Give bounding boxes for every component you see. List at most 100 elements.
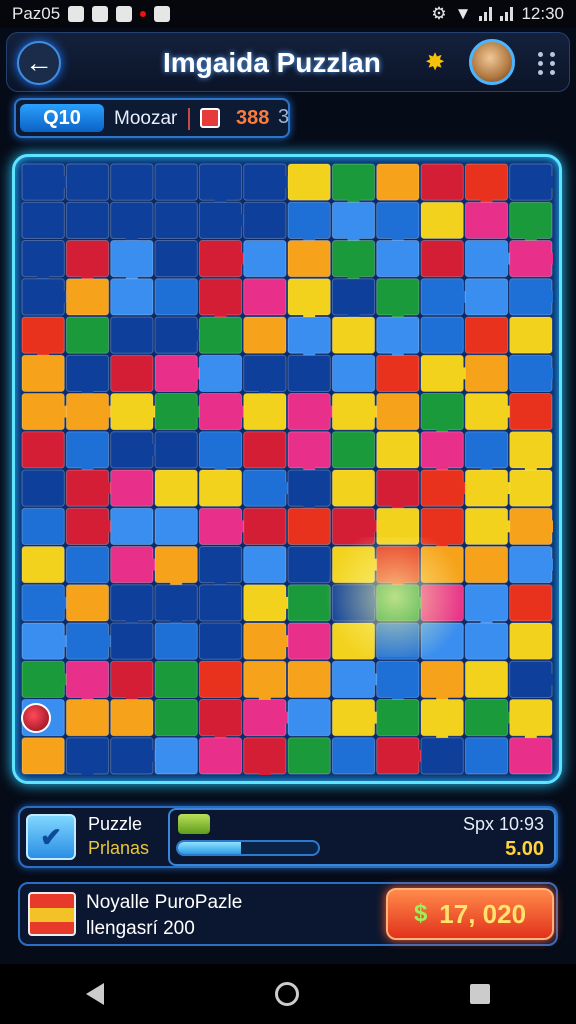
puzzle-piece[interactable] xyxy=(21,240,65,284)
puzzle-piece[interactable] xyxy=(287,737,331,775)
puzzle-piece[interactable] xyxy=(65,393,116,431)
puzzle-piece[interactable] xyxy=(243,622,293,660)
puzzle-piece[interactable] xyxy=(287,431,331,475)
puzzle-piece[interactable] xyxy=(464,660,509,698)
puzzle-piece[interactable] xyxy=(243,393,287,431)
puzzle-piece[interactable] xyxy=(243,507,287,545)
puzzle-piece[interactable] xyxy=(21,354,65,392)
puzzle-piece[interactable] xyxy=(110,737,160,775)
puzzle-piece[interactable] xyxy=(464,584,509,628)
puzzle-piece[interactable] xyxy=(154,393,205,431)
puzzle-piece[interactable] xyxy=(420,393,464,437)
puzzle-piece[interactable] xyxy=(243,469,293,507)
puzzle-piece[interactable] xyxy=(154,737,198,775)
puzzle-piece[interactable] xyxy=(509,584,553,622)
puzzle-piece[interactable] xyxy=(420,660,464,705)
puzzle-piece[interactable] xyxy=(420,737,464,775)
puzzle-piece[interactable] xyxy=(21,507,65,545)
puzzle-piece[interactable] xyxy=(420,240,464,278)
puzzle-piece[interactable] xyxy=(154,240,198,278)
puzzle-piece[interactable] xyxy=(509,699,553,743)
buy-button[interactable]: $ 17, 020 xyxy=(386,888,554,940)
puzzle-piece[interactable] xyxy=(21,431,65,469)
puzzle-piece[interactable] xyxy=(243,584,293,622)
puzzle-piece[interactable] xyxy=(243,660,287,705)
puzzle-piece[interactable] xyxy=(198,393,249,431)
puzzle-piece[interactable] xyxy=(110,163,154,201)
puzzle-piece[interactable] xyxy=(287,201,331,246)
puzzle-piece[interactable] xyxy=(243,240,287,278)
puzzle-piece[interactable] xyxy=(287,584,331,622)
puzzle-piece[interactable] xyxy=(65,737,110,775)
puzzle-piece[interactable] xyxy=(331,316,376,354)
puzzle-piece[interactable] xyxy=(110,622,154,660)
puzzle-piece[interactable] xyxy=(198,431,243,475)
puzzle-piece[interactable] xyxy=(376,660,420,705)
puzzle-piece[interactable] xyxy=(154,699,198,737)
puzzle-piece[interactable] xyxy=(65,546,110,584)
puzzle-piece[interactable] xyxy=(464,316,509,354)
puzzle-piece[interactable] xyxy=(464,546,509,584)
puzzle-piece[interactable] xyxy=(509,354,553,392)
level-badge[interactable]: Q10 xyxy=(20,104,104,132)
more-icon[interactable] xyxy=(535,49,559,77)
puzzle-piece[interactable] xyxy=(110,201,154,246)
puzzle-piece[interactable] xyxy=(21,584,72,622)
puzzle-piece[interactable] xyxy=(198,469,243,507)
puzzle-piece[interactable] xyxy=(287,546,331,584)
puzzle-piece[interactable] xyxy=(420,163,464,201)
puzzle-piece[interactable] xyxy=(331,737,376,775)
nav-recents-icon[interactable] xyxy=(470,984,491,1004)
puzzle-piece[interactable] xyxy=(110,240,154,284)
puzzle-piece[interactable] xyxy=(464,507,515,545)
puzzle-piece[interactable] xyxy=(376,240,420,278)
puzzle-piece[interactable] xyxy=(509,737,553,775)
puzzle-piece[interactable] xyxy=(509,163,553,201)
puzzle-piece[interactable] xyxy=(287,240,331,278)
puzzle-piece[interactable] xyxy=(331,469,376,507)
puzzle-piece[interactable] xyxy=(65,163,110,201)
puzzle-piece[interactable] xyxy=(154,584,198,628)
puzzle-piece[interactable] xyxy=(287,354,331,392)
puzzle-piece[interactable] xyxy=(420,354,471,392)
puzzle-piece[interactable] xyxy=(243,737,287,775)
puzzle-piece[interactable] xyxy=(464,278,509,316)
puzzle-piece[interactable] xyxy=(420,201,464,239)
puzzle-piece[interactable] xyxy=(287,163,331,201)
puzzle-piece[interactable] xyxy=(287,622,331,660)
puzzle-piece[interactable] xyxy=(21,737,65,775)
puzzle-piece[interactable] xyxy=(21,393,72,431)
puzzle-piece[interactable] xyxy=(331,354,376,392)
puzzle-piece[interactable] xyxy=(243,354,287,399)
puzzle-piece[interactable] xyxy=(287,393,338,431)
puzzle-piece[interactable] xyxy=(243,699,293,737)
puzzle-piece[interactable] xyxy=(243,431,287,469)
puzzle-piece[interactable] xyxy=(110,354,154,392)
puzzle-piece[interactable] xyxy=(21,163,72,201)
puzzle-piece[interactable] xyxy=(110,431,160,469)
puzzle-piece[interactable] xyxy=(65,622,116,660)
puzzle-piece[interactable] xyxy=(331,584,382,622)
puzzle-piece[interactable] xyxy=(509,546,553,584)
puzzle-piece[interactable] xyxy=(376,546,420,590)
puzzle-piece[interactable] xyxy=(287,316,331,361)
puzzle-piece[interactable] xyxy=(243,278,287,316)
puzzle-piece[interactable] xyxy=(464,699,515,737)
puzzle-piece[interactable] xyxy=(376,699,420,737)
puzzle-piece[interactable] xyxy=(110,507,154,545)
puzzle-piece[interactable] xyxy=(243,163,293,201)
puzzle-piece[interactable] xyxy=(376,278,420,322)
puzzle-piece[interactable] xyxy=(198,584,243,622)
puzzle-piece[interactable] xyxy=(110,393,160,431)
puzzle-piece[interactable] xyxy=(509,431,553,475)
puzzle-piece[interactable] xyxy=(420,699,464,743)
puzzle-piece[interactable] xyxy=(420,469,471,507)
avatar[interactable] xyxy=(469,39,515,85)
puzzle-piece[interactable] xyxy=(287,469,331,514)
puzzle-piece[interactable] xyxy=(21,546,65,584)
puzzle-piece[interactable] xyxy=(509,507,553,545)
puzzle-piece[interactable] xyxy=(464,393,515,431)
puzzle-board[interactable] xyxy=(12,154,562,784)
back-button[interactable]: ← xyxy=(17,41,61,85)
puzzle-piece[interactable] xyxy=(110,469,154,507)
